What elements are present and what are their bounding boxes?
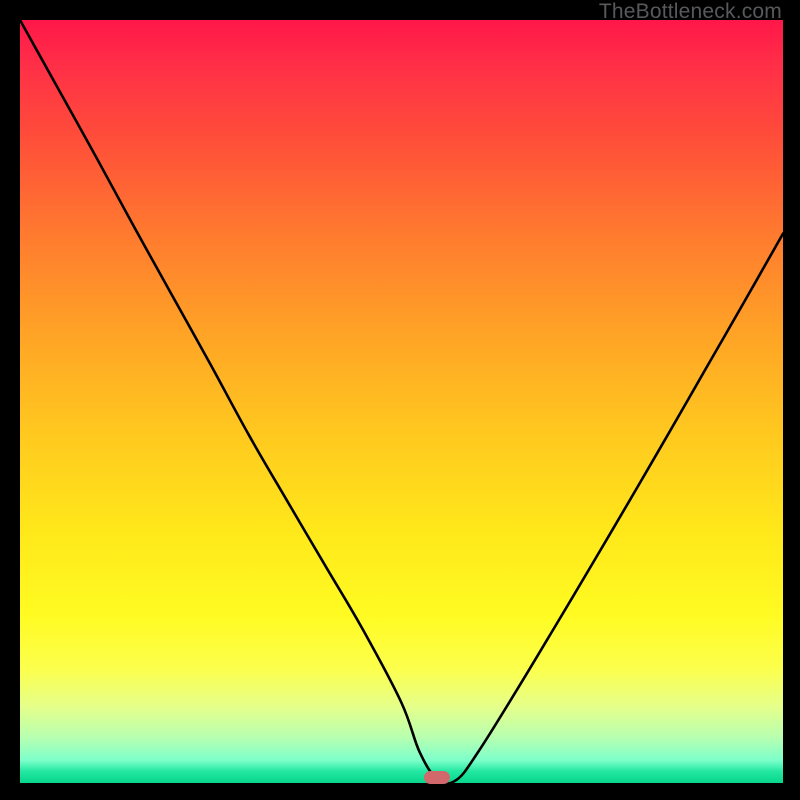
chart-curve-line — [20, 20, 783, 784]
chart-point-marker — [424, 771, 450, 784]
watermark-text: TheBottleneck.com — [599, 0, 782, 24]
chart-svg — [20, 20, 783, 783]
